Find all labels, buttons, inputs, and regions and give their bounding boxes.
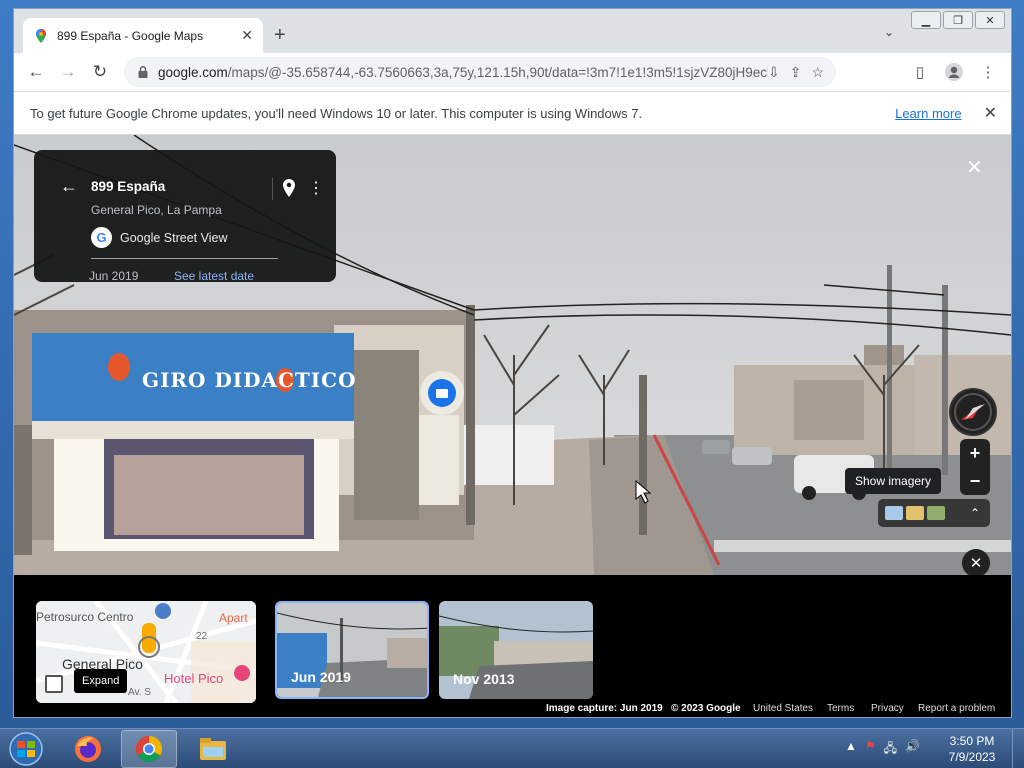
- compass-icon[interactable]: [949, 388, 997, 436]
- url-path: /maps/@-35.658744,-63.7560663,3a,75y,121…: [227, 64, 768, 80]
- maps-content: GIRO DIDACTICO ← 899 España General Pico…: [14, 135, 1011, 717]
- map-label: Petrosurco Centro: [36, 610, 134, 624]
- timeline-thumb[interactable]: Nov 2013: [439, 601, 593, 699]
- show-desktop-button[interactable]: [1012, 729, 1024, 768]
- zoom-controls: + −: [960, 439, 990, 495]
- forward-arrow-icon[interactable]: →: [52, 56, 84, 88]
- infobar-close-icon[interactable]: ✕: [984, 103, 997, 123]
- divider: [272, 178, 273, 200]
- country-link[interactable]: United States: [753, 703, 813, 714]
- chevron-up-icon[interactable]: ⌃: [970, 506, 980, 520]
- expand-icon[interactable]: [45, 675, 63, 693]
- source-row: G Google Street View: [91, 227, 227, 248]
- firefox-taskbar-icon[interactable]: [60, 730, 116, 768]
- window-controls: ▁ ❐ ✕: [911, 11, 1005, 29]
- report-problem-link[interactable]: Report a problem: [918, 703, 995, 714]
- address-bar[interactable]: google.com/maps/@-35.658744,-63.7560663,…: [124, 57, 836, 87]
- infobar-message: To get future Google Chrome updates, you…: [30, 105, 643, 121]
- restore-button[interactable]: ❐: [943, 11, 973, 29]
- close-window-button[interactable]: ✕: [975, 11, 1005, 29]
- thumb-label: Nov 2013: [453, 671, 515, 687]
- map-label: Av. S: [128, 687, 151, 698]
- omnibox-actions: ⇩ ⇪ ☆: [768, 64, 836, 81]
- side-panel-icon[interactable]: ▯: [905, 57, 935, 87]
- back-arrow-icon[interactable]: ←: [20, 56, 52, 88]
- chrome-taskbar-icon[interactable]: [121, 730, 177, 768]
- more-options-icon[interactable]: ⋮: [308, 178, 324, 198]
- imagery-swatch[interactable]: [906, 506, 924, 520]
- thumb-label: Jun 2019: [291, 669, 351, 685]
- close-street-view-icon[interactable]: ✕: [966, 155, 983, 180]
- google-logo-icon: G: [91, 227, 112, 248]
- reload-icon[interactable]: ↻: [84, 56, 116, 88]
- filmstrip: Petrosurco Centro Apart General Pico Hot…: [14, 575, 1011, 717]
- bookmark-star-icon[interactable]: ☆: [811, 64, 824, 81]
- clock[interactable]: 3:50 PM 7/9/2023: [942, 733, 1002, 765]
- update-infobar: To get future Google Chrome updates, you…: [14, 91, 1011, 135]
- tab-google-maps[interactable]: 899 España - Google Maps ✕: [23, 18, 263, 53]
- zoom-in-button[interactable]: +: [960, 439, 990, 467]
- show-hidden-icons-icon[interactable]: ▲: [845, 739, 857, 760]
- url-text: google.com/maps/@-35.658744,-63.7560663,…: [158, 65, 768, 80]
- file-explorer-taskbar-icon[interactable]: [185, 730, 241, 768]
- browser-window: 899 España - Google Maps ✕ + ⌄ ▁ ❐ ✕ ← →…: [13, 8, 1012, 718]
- map-pin-icon[interactable]: [282, 179, 296, 197]
- clock-time: 3:50 PM: [949, 734, 995, 748]
- tab-search-chevron-icon[interactable]: ⌄: [884, 25, 894, 39]
- action-center-flag-icon[interactable]: ⚑: [865, 739, 876, 760]
- volume-icon[interactable]: 🔊: [905, 739, 920, 760]
- minimize-button[interactable]: ▁: [911, 11, 941, 29]
- capture-date: Jun 2019: [89, 269, 139, 283]
- timeline-thumb-selected[interactable]: Jun 2019: [275, 601, 429, 699]
- new-tab-icon[interactable]: +: [274, 23, 286, 47]
- expand-tooltip: Expand: [74, 669, 128, 693]
- street-view-image[interactable]: GIRO DIDACTICO ← 899 España General Pico…: [14, 135, 1011, 575]
- profile-avatar-icon[interactable]: [939, 57, 969, 87]
- close-imagery-icon[interactable]: ✕: [962, 549, 990, 575]
- place-title: 899 España: [91, 179, 166, 194]
- imagery-swatch[interactable]: [927, 506, 945, 520]
- shop-sign-text: GIRO DIDACTICO: [142, 368, 357, 392]
- share-icon[interactable]: ⇪: [790, 64, 802, 81]
- install-app-icon[interactable]: ⇩: [768, 64, 780, 81]
- zoom-out-button[interactable]: −: [960, 467, 990, 495]
- place-subtitle: General Pico, La Pampa: [91, 203, 222, 217]
- location-info-panel: ← 899 España General Pico, La Pampa ⋮ G …: [34, 150, 336, 283]
- learn-more-link[interactable]: Learn more: [895, 106, 961, 121]
- clock-date: 7/9/2023: [948, 750, 996, 764]
- chrome-menu-icon[interactable]: ⋮: [973, 57, 1003, 87]
- image-capture-label: Image capture: Jun 2019: [546, 703, 663, 714]
- terms-link[interactable]: Terms: [827, 703, 854, 714]
- mini-map[interactable]: Petrosurco Centro Apart General Pico Hot…: [36, 601, 256, 703]
- toolbar-right: ▯ ⋮: [905, 57, 1003, 87]
- source-label: Google Street View: [120, 230, 228, 245]
- imagery-swatch[interactable]: [885, 506, 903, 520]
- copyright-label: © 2023 Google: [671, 703, 741, 714]
- show-imagery-tooltip: Show imagery: [845, 468, 942, 494]
- tab-strip: 899 España - Google Maps ✕ + ⌄ ▁ ❐ ✕: [14, 9, 1011, 53]
- divider: [91, 258, 278, 259]
- network-icon[interactable]: 🖧: [884, 739, 897, 760]
- map-label: Apart: [219, 611, 248, 625]
- system-tray: ▲ ⚑ 🖧 🔊: [845, 739, 920, 760]
- tab-title: 899 España - Google Maps: [57, 28, 204, 43]
- url-host: google.com: [158, 64, 228, 80]
- start-button[interactable]: [6, 729, 46, 768]
- lock-icon: [138, 66, 148, 78]
- privacy-link[interactable]: Privacy: [871, 703, 904, 714]
- map-label: 22: [196, 631, 208, 642]
- google-maps-icon: [36, 28, 46, 43]
- back-arrow-icon[interactable]: ←: [60, 176, 78, 197]
- see-latest-date-link[interactable]: See latest date: [174, 269, 254, 283]
- tab-close-icon[interactable]: ✕: [241, 27, 253, 44]
- taskbar: ▲ ⚑ 🖧 🔊 3:50 PM 7/9/2023: [0, 728, 1024, 768]
- imagery-selector[interactable]: ⌃: [878, 499, 990, 527]
- browser-toolbar: ← → ↻ google.com/maps/@-35.658744,-63.75…: [14, 53, 1011, 91]
- map-label: Hotel Pico: [164, 671, 224, 686]
